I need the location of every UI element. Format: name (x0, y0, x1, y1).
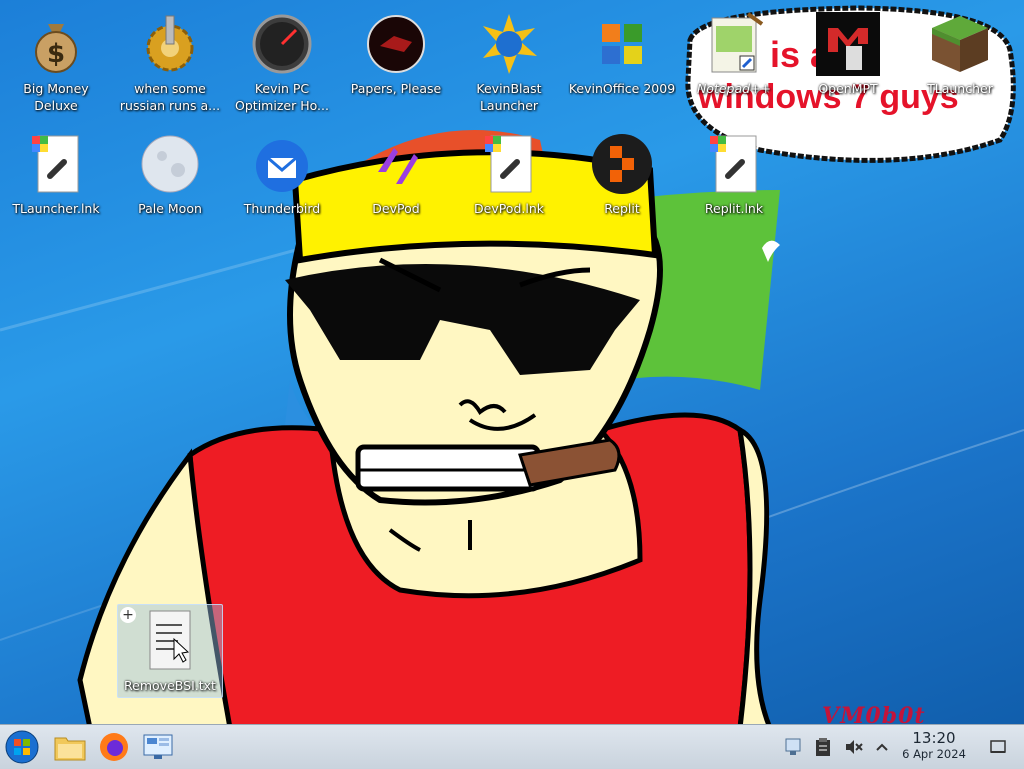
desktop-icon-kevin-pc-optimizer[interactable]: Kevin PC Optimizer Ho... (228, 4, 336, 116)
desktop-icon-label: Pale Moon (138, 201, 202, 216)
replit-icon (592, 134, 652, 194)
tray-clipboard[interactable] (810, 725, 836, 769)
svg-text:$: $ (47, 39, 65, 69)
desktop-icon-devpod-lnk[interactable]: DevPod.lnk (455, 124, 563, 236)
kevinblast-icon (483, 14, 537, 74)
desktop-icon-label: DevPod.lnk (474, 201, 544, 216)
grass-block-icon (932, 16, 988, 72)
desktop-icon-label: KevinBlast Launcher (476, 81, 542, 113)
taskbar-clock[interactable]: 13:20 6 Apr 2024 (894, 729, 974, 762)
desktop-icon-label: Big Money Deluxe (23, 81, 89, 113)
devpod-icon (378, 148, 418, 184)
desktop-icon-label: RemoveBSI.txt (124, 678, 216, 693)
show-desktop-button[interactable] (984, 725, 1012, 769)
desktop-icon-label: KevinOffice 2009 (568, 81, 676, 96)
desktop-icon-label: TLauncher (927, 81, 993, 96)
notepad-icon (711, 12, 764, 73)
speedometer-icon (252, 14, 312, 74)
volume-muted-icon (846, 740, 863, 754)
openmpt-icon (816, 12, 880, 76)
desktop-icon-papers-please[interactable]: Papers, Please (342, 4, 450, 116)
desktop-icon-tlauncher[interactable]: TLauncher (906, 4, 1014, 116)
office-icon (602, 24, 642, 64)
desktop-icon-label: when some russian runs a... (119, 81, 221, 113)
gear-icon (146, 15, 194, 72)
tray-network[interactable] (780, 725, 806, 769)
taskbar: 13:20 6 Apr 2024 (0, 724, 1024, 769)
desktop-icon-label: Replit.lnk (704, 201, 764, 216)
desktop-icon-label: Replit (604, 201, 640, 216)
clipboard-icon (816, 738, 830, 756)
desktop-icon-tlauncher-lnk[interactable]: TLauncher.lnk (2, 124, 110, 236)
desktop-icon-label: Kevin PC Optimizer Ho... (235, 81, 329, 113)
add-selection-icon[interactable]: + (120, 607, 136, 623)
taskbar-firefox[interactable] (92, 725, 136, 769)
desktop-icon-big-money-deluxe[interactable]: $ Big Money Deluxe (2, 4, 110, 116)
pale-moon-icon (141, 135, 199, 193)
tray-expand[interactable] (870, 725, 894, 769)
text-file-icon (149, 610, 191, 670)
desktop-icon-label: Notepad++ (696, 81, 772, 96)
desktop-icon-russian-runs[interactable]: when some russian runs a... (116, 4, 224, 116)
desktop-icon-kevinblast-launcher[interactable]: KevinBlast Launcher (455, 4, 563, 116)
desktop-icon-openmpt[interactable]: OpenMPT (794, 4, 902, 116)
firefox-icon (100, 733, 128, 761)
desktop-icon-label: OpenMPT (818, 81, 878, 96)
taskbar-system-monitor[interactable] (136, 725, 180, 769)
windows-start-icon (5, 730, 39, 764)
money-bag-icon: $ (35, 24, 77, 73)
desktop-icon-label: TLauncher.lnk (12, 201, 100, 216)
desktop-icon-kevinoffice-2009[interactable]: KevinOffice 2009 (568, 4, 676, 116)
folder-icon (54, 737, 86, 761)
desktop-icon-thunderbird[interactable]: Thunderbird (228, 124, 336, 236)
clock-date: 6 Apr 2024 (902, 747, 966, 761)
desktop-icon-replit[interactable]: Replit (568, 124, 676, 236)
start-button[interactable] (0, 725, 44, 769)
clock-time: 13:20 (912, 729, 956, 747)
desktop-icon-pale-moon[interactable]: Pale Moon (116, 124, 224, 236)
chevron-up-icon (876, 743, 888, 751)
network-icon (785, 738, 801, 755)
link-file-icon (710, 135, 757, 193)
desktop-icon-label: Thunderbird (243, 201, 321, 216)
taskbar-file-explorer[interactable] (48, 725, 92, 769)
link-file-icon (32, 135, 79, 193)
desktop-icon-label: DevPod (372, 201, 420, 216)
desktop-icon-notepad-plus-plus[interactable]: Notepad++ (680, 4, 788, 116)
papers-please-icon (367, 15, 425, 73)
desktop-icon-replit-lnk[interactable]: Replit.lnk (680, 124, 788, 236)
monitor-icon (143, 734, 173, 759)
desktop-icon-removebsi-txt[interactable]: + RemoveBSI.txt (117, 604, 223, 698)
show-desktop-icon (990, 740, 1006, 753)
desktop-icon-label: Papers, Please (350, 81, 442, 96)
thunderbird-icon (256, 140, 308, 192)
link-file-icon (485, 135, 532, 193)
tray-volume[interactable] (840, 725, 866, 769)
desktop-icon-devpod[interactable]: DevPod (342, 124, 450, 236)
